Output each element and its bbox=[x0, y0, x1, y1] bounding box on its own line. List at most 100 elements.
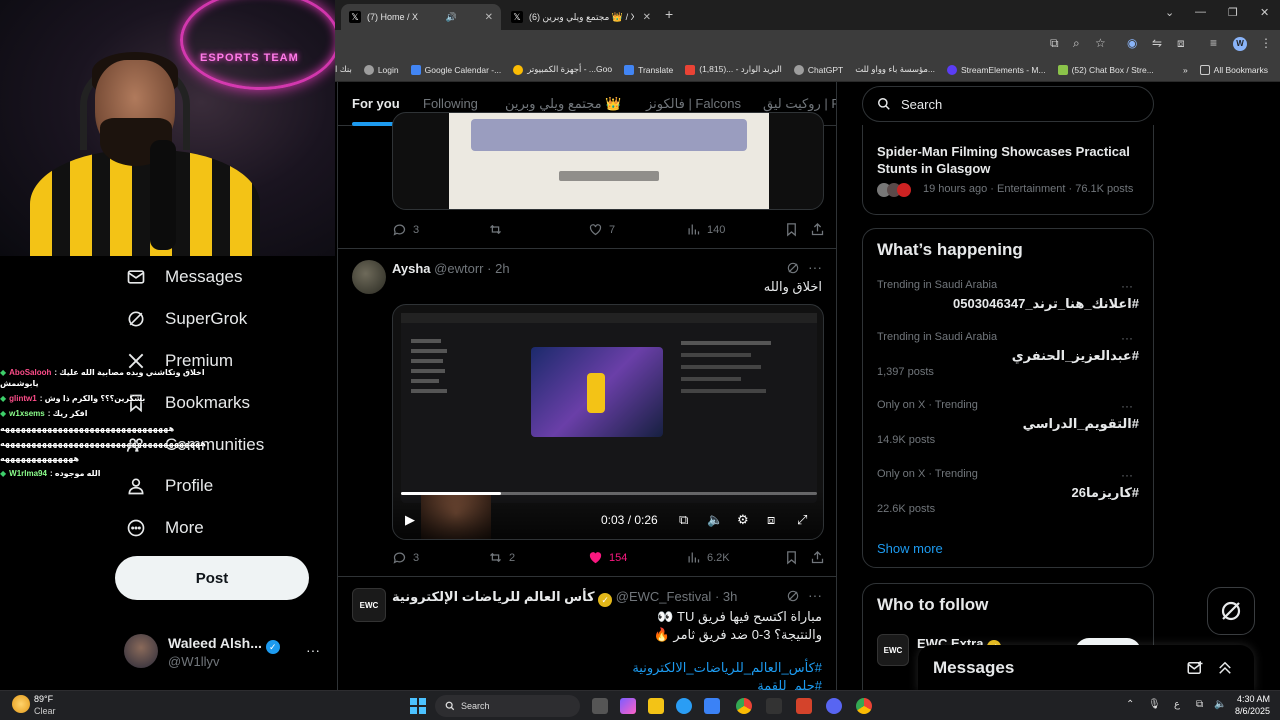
weather-icon[interactable] bbox=[12, 695, 30, 713]
zoom-icon[interactable]: ⌕ bbox=[1073, 36, 1080, 51]
clock-time[interactable]: 4:30 AM bbox=[1232, 694, 1270, 704]
bookmark-item[interactable]: Login bbox=[363, 64, 399, 75]
weather-temp[interactable]: 89°F bbox=[34, 694, 53, 704]
pip-icon[interactable]: ⧈ bbox=[767, 512, 775, 528]
author-handle[interactable]: @EWC_Festival bbox=[616, 589, 712, 604]
file-explorer-icon[interactable] bbox=[648, 698, 664, 714]
tab-community-3[interactable]: روكيت ليق | RL bbox=[763, 96, 836, 112]
bookmark-item[interactable]: StreamElements - M... bbox=[947, 64, 1046, 75]
post-button[interactable]: Post bbox=[115, 556, 309, 600]
microphone-icon[interactable]: 🎙 bbox=[1148, 699, 1161, 710]
more-dots-icon[interactable]: ··· bbox=[808, 587, 822, 603]
app-icon[interactable] bbox=[796, 698, 812, 714]
author-name[interactable]: كأس العالم للرياضات الإلكترونية bbox=[392, 589, 595, 604]
edge-icon[interactable] bbox=[676, 698, 692, 714]
nav-more[interactable]: More bbox=[125, 517, 204, 539]
views-button[interactable]: 140 bbox=[686, 222, 725, 237]
repost-button[interactable]: 2 bbox=[488, 550, 515, 565]
maximize-button[interactable]: ❐ bbox=[1228, 6, 1238, 19]
tab-following[interactable]: Following bbox=[423, 96, 478, 111]
search-input[interactable]: Search bbox=[862, 86, 1154, 122]
share-button[interactable] bbox=[810, 550, 825, 565]
speaker-icon[interactable]: 🔊 bbox=[446, 12, 457, 23]
chrome-icon[interactable] bbox=[856, 698, 872, 714]
bookmark-button[interactable] bbox=[784, 222, 799, 237]
bookmark-item[interactable]: Google Calendar -... bbox=[410, 64, 501, 75]
bookmark-item[interactable]: بنك ا bbox=[335, 64, 352, 75]
news-card[interactable]: Spider-Man Filming Showcases Practical S… bbox=[862, 125, 1154, 215]
close-window-button[interactable]: ✕ bbox=[1260, 6, 1269, 19]
video-progress-bar[interactable] bbox=[401, 492, 817, 495]
author-handle[interactable]: @ewtorr bbox=[434, 261, 483, 276]
star-icon[interactable]: ☆ bbox=[1095, 36, 1106, 50]
more-dots-icon[interactable]: ··· bbox=[808, 259, 822, 275]
tweet-image[interactable] bbox=[392, 112, 824, 210]
nav-supergrok[interactable]: SuperGrok bbox=[125, 308, 247, 330]
tab-home[interactable]: 𝕏 (7) Home / X 🔊 ✕ bbox=[341, 4, 501, 30]
task-view-icon[interactable] bbox=[592, 698, 608, 714]
bookmark-item[interactable]: البريد الوارد - ...(1,815) bbox=[685, 64, 782, 75]
close-tab-icon[interactable]: ✕ bbox=[643, 12, 651, 23]
views-button[interactable]: 6.2K bbox=[686, 550, 730, 565]
bookmark-item[interactable]: Translate bbox=[624, 64, 673, 75]
more-dots-icon[interactable]: ··· bbox=[1121, 331, 1133, 345]
more-dots-icon[interactable]: ··· bbox=[306, 642, 320, 658]
new-message-icon[interactable] bbox=[1186, 659, 1204, 677]
bookmark-item[interactable]: (52) Chat Box / Stre... bbox=[1057, 64, 1154, 75]
more-bookmarks-icon[interactable]: » bbox=[1183, 65, 1188, 75]
more-dots-icon[interactable]: ··· bbox=[1121, 468, 1133, 482]
menu-icon[interactable]: ⋮ bbox=[1260, 36, 1272, 50]
account-switcher[interactable]: Waleed Alsh... ✓ @W1llyv ··· bbox=[124, 632, 324, 672]
extension-icon[interactable]: ⇋ bbox=[1152, 36, 1162, 50]
windows-start-icon[interactable] bbox=[410, 698, 426, 714]
taskbar-search[interactable]: Search bbox=[435, 695, 580, 717]
tab-community-1[interactable]: مجتمع ويلي وبرين 👑 bbox=[505, 96, 621, 112]
ewc-logo-icon[interactable]: EWC bbox=[352, 588, 386, 622]
more-dots-icon[interactable]: ··· bbox=[1121, 279, 1133, 293]
bookmark-item[interactable]: أجهزة الكمبيوتر - ...Goo bbox=[513, 64, 612, 75]
hashtag-link[interactable]: #حلم_للقمة bbox=[757, 678, 822, 690]
repost-button[interactable] bbox=[488, 222, 503, 237]
language-indicator[interactable]: ع bbox=[1174, 699, 1180, 710]
chevron-up-icon[interactable]: ⌃ bbox=[1126, 699, 1134, 710]
hashtag-link[interactable]: #كأس_العالم_للرياضات_الالكترونية bbox=[632, 660, 822, 676]
cast-icon[interactable]: ⧉ bbox=[1050, 36, 1059, 51]
new-tab-button[interactable]: + bbox=[665, 6, 673, 22]
chevron-up-icon[interactable] bbox=[1216, 659, 1234, 677]
store-icon[interactable] bbox=[704, 698, 720, 714]
like-button[interactable]: 154 bbox=[588, 550, 627, 565]
profile-avatar[interactable]: W bbox=[1233, 37, 1247, 51]
play-icon[interactable]: ▶ bbox=[405, 512, 415, 528]
more-dots-icon[interactable]: ··· bbox=[1121, 399, 1133, 413]
all-bookmarks[interactable]: All Bookmarks bbox=[1199, 64, 1268, 75]
copilot-icon[interactable] bbox=[620, 698, 636, 714]
chrome-icon[interactable] bbox=[736, 698, 752, 714]
author-name[interactable]: Aysha bbox=[392, 261, 431, 276]
tweet-time[interactable]: 3h bbox=[723, 589, 737, 604]
grok-icon[interactable] bbox=[786, 589, 800, 603]
clock-date[interactable]: 8/6/2025 bbox=[1224, 706, 1270, 716]
bookmark-item[interactable]: مؤسسة باء وواو للت... bbox=[855, 64, 935, 75]
nav-messages[interactable]: Messages bbox=[125, 266, 242, 288]
captions-icon[interactable]: ⧉ bbox=[679, 512, 688, 528]
minimize-button[interactable]: — bbox=[1195, 6, 1206, 18]
tab-for-you[interactable]: For you bbox=[352, 96, 400, 111]
avatar[interactable] bbox=[352, 260, 386, 294]
app-icon[interactable] bbox=[766, 698, 782, 714]
ewc-logo-icon[interactable]: EWC bbox=[877, 634, 909, 666]
volume-icon[interactable]: 🔈 bbox=[707, 512, 723, 528]
tab-community[interactable]: 𝕏 (6) مجتمع ويلي وبرين 👑 / X ✕ bbox=[503, 4, 659, 30]
video-player[interactable]: ▶ 0:03 / 0:26 ⧉ 🔈 ⚙ ⧈ ⤢ bbox=[392, 304, 824, 540]
share-button[interactable] bbox=[810, 222, 825, 237]
tweet-time[interactable]: 2h bbox=[495, 261, 509, 276]
like-button[interactable]: 7 bbox=[588, 222, 615, 237]
audio-icon[interactable]: ◉ bbox=[1127, 36, 1137, 50]
reply-button[interactable]: 3 bbox=[392, 550, 419, 565]
reply-button[interactable]: 3 bbox=[392, 222, 419, 237]
tab-search-icon[interactable]: ⌄ bbox=[1165, 6, 1174, 19]
discord-icon[interactable] bbox=[826, 698, 842, 714]
grok-button[interactable] bbox=[1207, 587, 1255, 635]
network-icon[interactable]: ⧉ bbox=[1196, 699, 1203, 710]
bookmark-button[interactable] bbox=[784, 550, 799, 565]
close-tab-icon[interactable]: ✕ bbox=[485, 12, 493, 23]
